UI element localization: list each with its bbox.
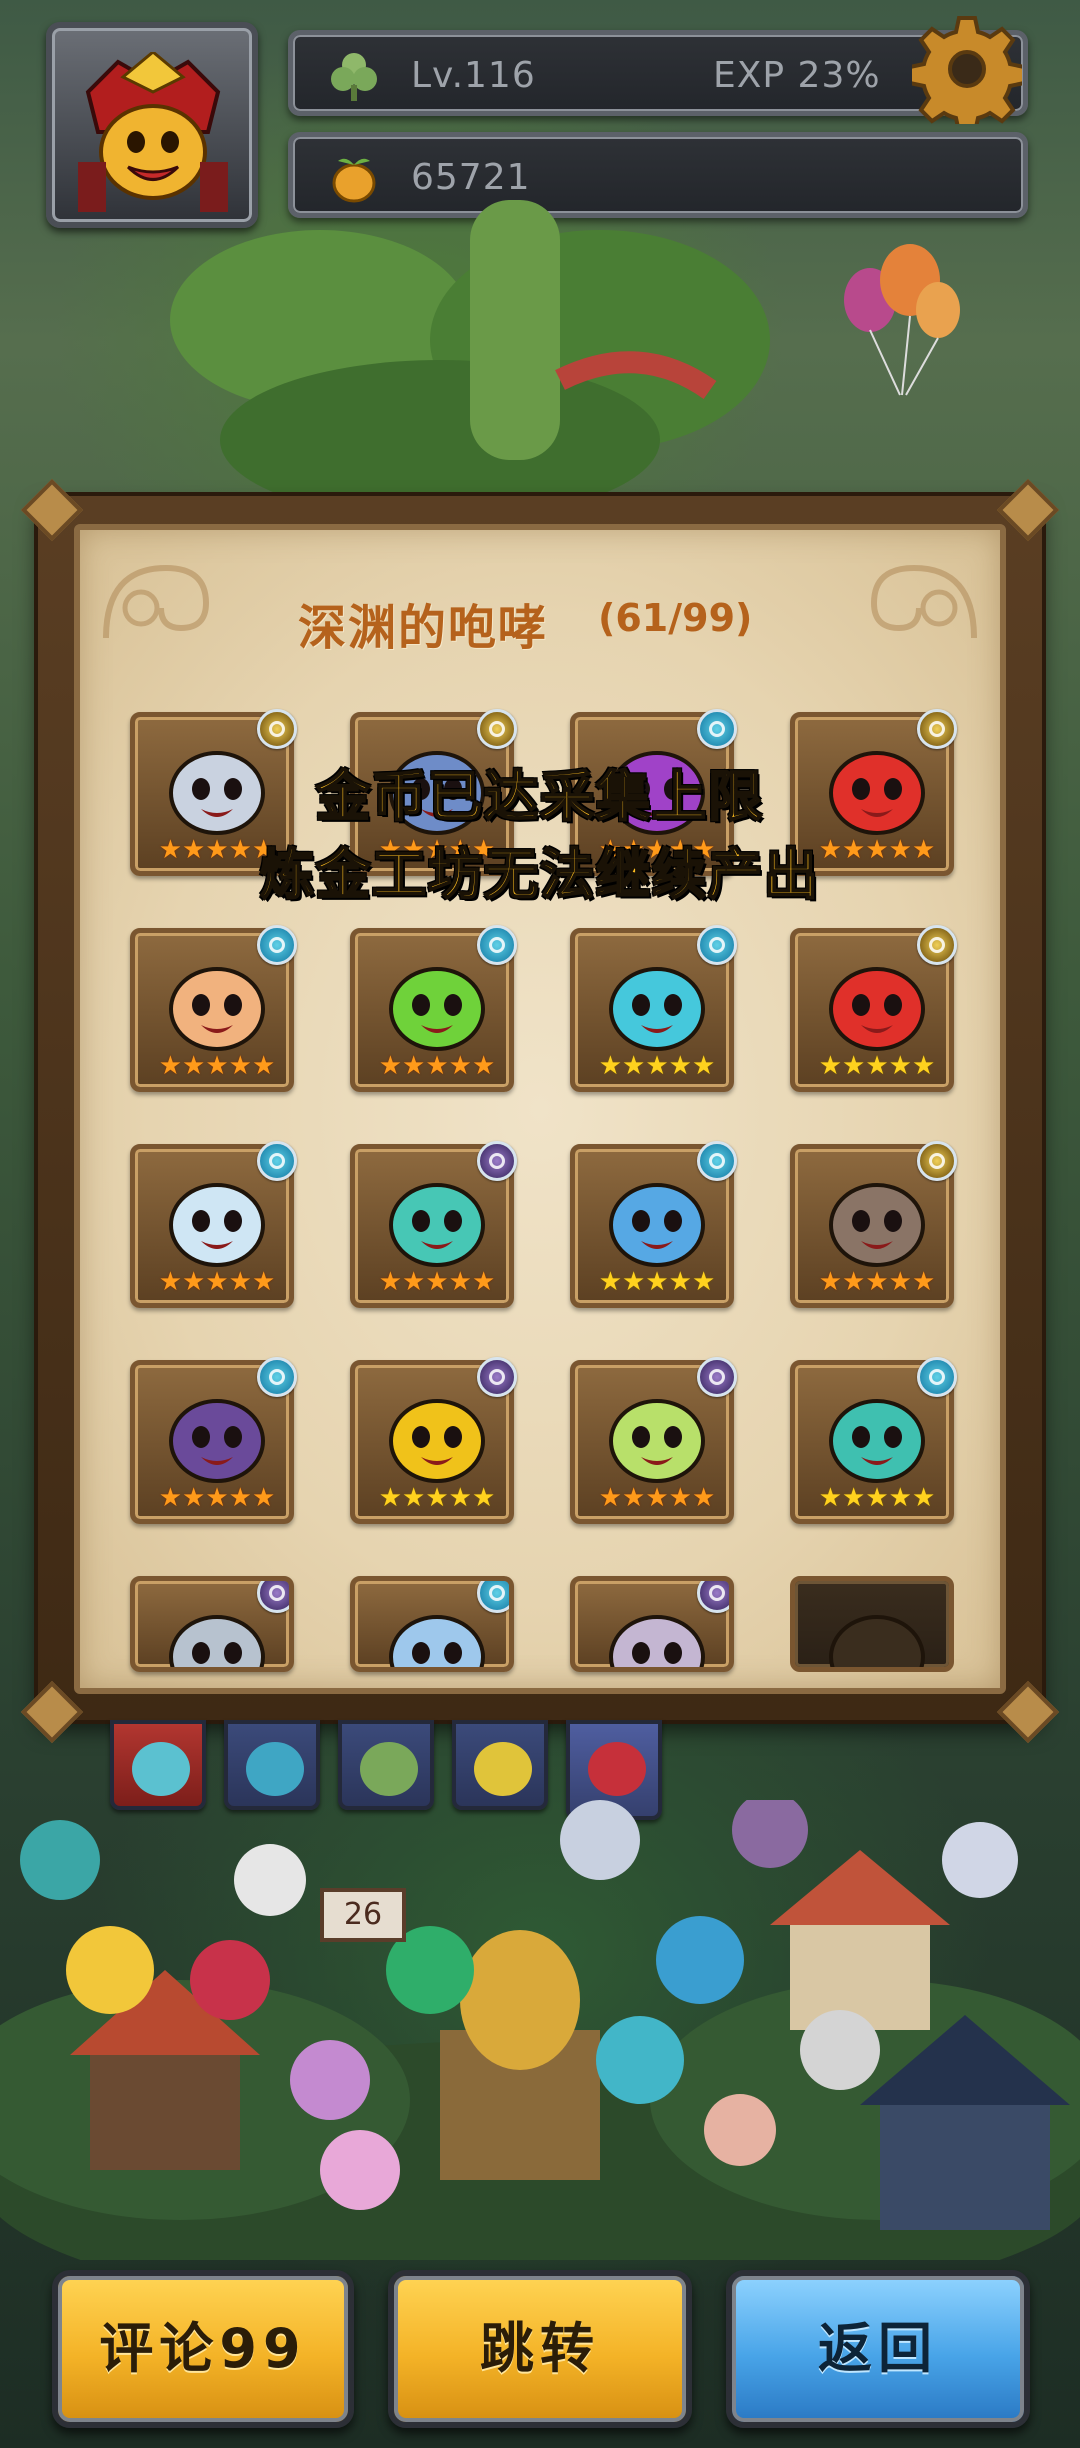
collection-title: 深渊的咆哮 <box>298 600 549 656</box>
star-rating: ★★★★★ <box>158 1483 276 1513</box>
element-badge-icon <box>697 709 737 749</box>
element-badge-icon <box>697 925 737 965</box>
monster-card[interactable] <box>130 1576 294 1672</box>
monster-card[interactable]: ★★★★★ <box>130 1357 297 1524</box>
monster-icon <box>829 967 925 1051</box>
jump-button[interactable]: 跳转 <box>388 2270 692 2428</box>
element-badge-icon <box>917 1141 957 1181</box>
element-badge-icon <box>257 1357 297 1397</box>
collection-count: (61/99) <box>598 596 753 640</box>
locked-silhouette-icon <box>829 1615 925 1667</box>
exp-label: EXP 23% <box>713 55 881 96</box>
monster-card[interactable]: ★★★★★ <box>350 1357 517 1524</box>
element-badge-icon <box>917 709 957 749</box>
tab-monster-icon <box>588 1742 646 1796</box>
monster-icon <box>169 1183 265 1267</box>
toast-message-line2: 炼金工坊无法继续产出 <box>259 842 820 907</box>
monster-icon <box>389 967 485 1051</box>
tab-monster-icon <box>132 1742 190 1796</box>
element-badge-icon <box>477 925 517 965</box>
tab-monster-icon <box>474 1742 532 1796</box>
element-badge-icon <box>917 925 957 965</box>
panel-swirl-ornament-icon <box>870 564 977 639</box>
panel-swirl-ornament-icon <box>103 564 210 639</box>
star-rating: ★★★★★ <box>818 1051 936 1081</box>
star-rating: ★★★★★ <box>598 1483 716 1513</box>
village-sign: 26 <box>320 1888 406 1942</box>
element-badge-icon <box>477 709 517 749</box>
tab-light[interactable] <box>452 1720 548 1810</box>
monster-card[interactable]: ★★★★★ <box>350 925 517 1092</box>
tab-fire[interactable] <box>110 1720 206 1810</box>
element-badge-icon <box>257 709 297 749</box>
monster-icon <box>829 1183 925 1267</box>
balloons-icon <box>844 244 960 396</box>
back-button[interactable]: 返回 <box>726 2270 1030 2428</box>
element-badge-icon <box>477 1141 517 1181</box>
monster-icon <box>389 1399 485 1483</box>
monster-icon <box>829 1399 925 1483</box>
monster-icon <box>609 1183 705 1267</box>
star-rating: ★★★★★ <box>378 1051 496 1081</box>
coin-count: 65721 <box>411 157 531 198</box>
monster-card[interactable] <box>570 1576 734 1672</box>
element-badge-icon <box>477 1581 509 1613</box>
monster-card[interactable]: ★★★★★ <box>570 1141 737 1308</box>
level-label: Lv.116 <box>411 55 536 96</box>
toast-message-line1: 金币已达采集上限 <box>315 764 764 829</box>
element-badge-icon <box>477 1357 517 1397</box>
star-rating: ★★★★★ <box>158 1267 276 1297</box>
tab-earth[interactable] <box>338 1720 434 1810</box>
tab-water[interactable] <box>224 1720 320 1810</box>
star-rating: ★★★★★ <box>818 1483 936 1513</box>
monster-card[interactable]: ★★★★★ <box>570 1357 737 1524</box>
star-rating: ★★★★★ <box>598 1267 716 1297</box>
star-rating: ★★★★★ <box>158 1051 276 1081</box>
avatar-knight-icon <box>78 52 228 212</box>
star-rating: ★★★★★ <box>598 1051 716 1081</box>
monster-icon <box>169 967 265 1051</box>
star-rating: ★★★★★ <box>378 1267 496 1297</box>
tab-monster-icon <box>360 1742 418 1796</box>
monster-card[interactable]: ★★★★★ <box>130 1141 297 1308</box>
settings-gear-icon[interactable] <box>912 14 1022 124</box>
tab-monster-icon <box>246 1742 304 1796</box>
level-clover-icon <box>331 53 377 101</box>
element-badge-icon <box>257 1141 297 1181</box>
coin-fruit-icon <box>332 158 376 203</box>
element-badge-icon <box>697 1357 737 1397</box>
monster-card[interactable]: ★★★★★ <box>790 1141 957 1308</box>
element-badge-icon <box>917 1357 957 1397</box>
monster-icon <box>169 1399 265 1483</box>
player-avatar[interactable] <box>46 22 258 228</box>
monster-card[interactable] <box>790 1576 954 1672</box>
monster-card[interactable]: ★★★★★ <box>790 925 957 1092</box>
monster-icon <box>609 1399 705 1483</box>
element-badge-icon <box>257 925 297 965</box>
monster-card[interactable]: ★★★★★ <box>790 1357 957 1524</box>
comment-button[interactable]: 评论99 <box>52 2270 354 2428</box>
monster-icon <box>389 1183 485 1267</box>
star-rating: ★★★★★ <box>378 1483 496 1513</box>
monster-card[interactable]: ★★★★★ <box>130 925 297 1092</box>
monster-icon <box>609 967 705 1051</box>
monster-card[interactable]: ★★★★★ <box>350 1141 517 1308</box>
star-rating: ★★★★★ <box>818 1267 936 1297</box>
element-badge-icon <box>697 1581 729 1613</box>
monster-card[interactable] <box>350 1576 514 1672</box>
element-badge-icon <box>257 1581 289 1613</box>
element-badge-icon <box>697 1141 737 1181</box>
village-scene <box>0 1800 1080 2260</box>
monster-card[interactable]: ★★★★★ <box>570 925 737 1092</box>
